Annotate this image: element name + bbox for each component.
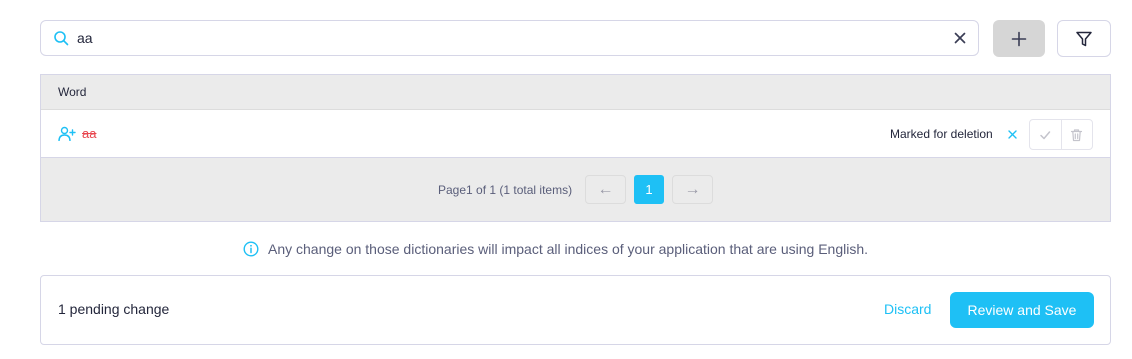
confirm-button[interactable] [1030,120,1061,149]
row-actions [1029,119,1093,150]
search-box[interactable] [40,20,979,56]
notice-text: Any change on those dictionaries will im… [268,241,869,257]
close-icon [1007,129,1017,139]
pagination-info: Page1 of 1 (1 total items) [438,183,573,197]
word-value: aa [82,126,97,141]
review-and-save-button[interactable]: Review and Save [950,292,1094,328]
next-page-button[interactable]: → [672,175,713,204]
undo-deletion-button[interactable] [1005,125,1019,143]
plus-icon [1011,31,1027,47]
discard-button[interactable]: Discard [884,301,931,317]
column-header-word: Word [58,85,87,99]
check-icon [1039,129,1051,141]
close-icon [954,32,966,44]
impact-notice: Any change on those dictionaries will im… [243,239,868,259]
page-1-button[interactable]: 1 [634,175,664,204]
filter-icon [1075,30,1093,48]
prev-page-button[interactable]: ← [585,175,626,204]
clear-search-button[interactable] [946,24,974,52]
add-word-button[interactable] [993,20,1045,57]
pending-count: 1 pending change [58,301,170,317]
info-icon [243,241,259,257]
trash-icon [1070,128,1083,142]
status-label: Marked for deletion [890,126,993,141]
table-header: Word [41,75,1110,110]
filter-button[interactable] [1057,20,1111,57]
search-icon [53,30,69,46]
user-plus-icon [58,125,76,143]
pending-changes-bar: 1 pending change Discard Review and Save [40,275,1111,345]
words-table: Word aa Marked for deletion Page1 of 1 (… [40,74,1111,222]
search-input[interactable] [77,30,946,46]
table-row: aa Marked for deletion [41,110,1110,158]
delete-button[interactable] [1060,120,1093,149]
pagination: Page1 of 1 (1 total items) ← 1 → [41,158,1110,222]
